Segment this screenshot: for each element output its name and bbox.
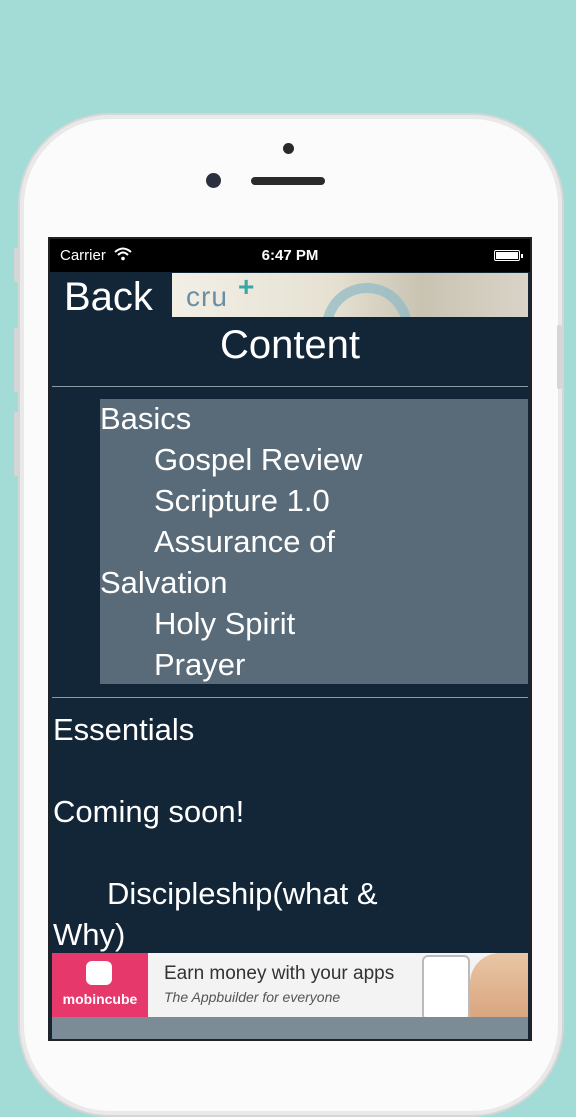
cru-banner: cru + [172,273,528,317]
page-title: Content [219,323,361,367]
ad-phone-image [422,955,470,1021]
lesson-scripture[interactable]: Scripture 1.0 [154,483,330,519]
volume-up-button [14,328,19,392]
lesson-assurance-line2[interactable]: Salvation [100,565,228,601]
lesson-prayer[interactable]: Prayer [154,647,245,683]
mute-switch [14,248,19,282]
back-button[interactable]: Back [64,275,153,320]
lesson-holy-spirit[interactable]: Holy Spirit [154,606,295,642]
ad-banner[interactable]: mobincube Earn money with your apps The … [52,953,528,1021]
status-bar: Carrier 6:47 PM [50,239,530,272]
banner-arch-graphic [322,283,412,317]
header-divider [52,386,528,387]
ad-person-image [470,953,528,1017]
discipleship-item-line2[interactable]: Why) [53,917,125,953]
mobincube-mark-icon [86,961,112,985]
app-screen: Carrier 6:47 PM Back cru + Content Basic… [48,237,532,1041]
power-button [557,325,562,389]
lesson-assurance-line1[interactable]: Assurance of [154,524,335,560]
coming-soon-label: Coming soon! [53,794,245,829]
earpiece-speaker [251,177,325,185]
battery-icon [494,250,523,261]
cross-icon: + [238,273,255,302]
ad-headline: Earn money with your apps [164,963,395,984]
mobincube-logo: mobincube [52,953,148,1017]
basics-heading[interactable]: Basics [100,401,191,437]
section-divider [52,697,528,698]
essentials-heading[interactable]: Essentials [53,712,194,748]
ad-tagline: The Appbuilder for everyone [164,989,341,1005]
proximity-sensor [283,143,294,154]
status-time: 6:47 PM [261,247,319,264]
cru-logo: cru [186,281,228,312]
bottom-bar [52,1017,528,1039]
ad-brand-name: mobincube [62,991,138,1007]
front-camera [206,173,221,188]
lesson-gospel-review[interactable]: Gospel Review [154,442,362,478]
discipleship-item-line1[interactable]: Discipleship(what & [107,876,378,912]
volume-down-button [14,412,19,476]
